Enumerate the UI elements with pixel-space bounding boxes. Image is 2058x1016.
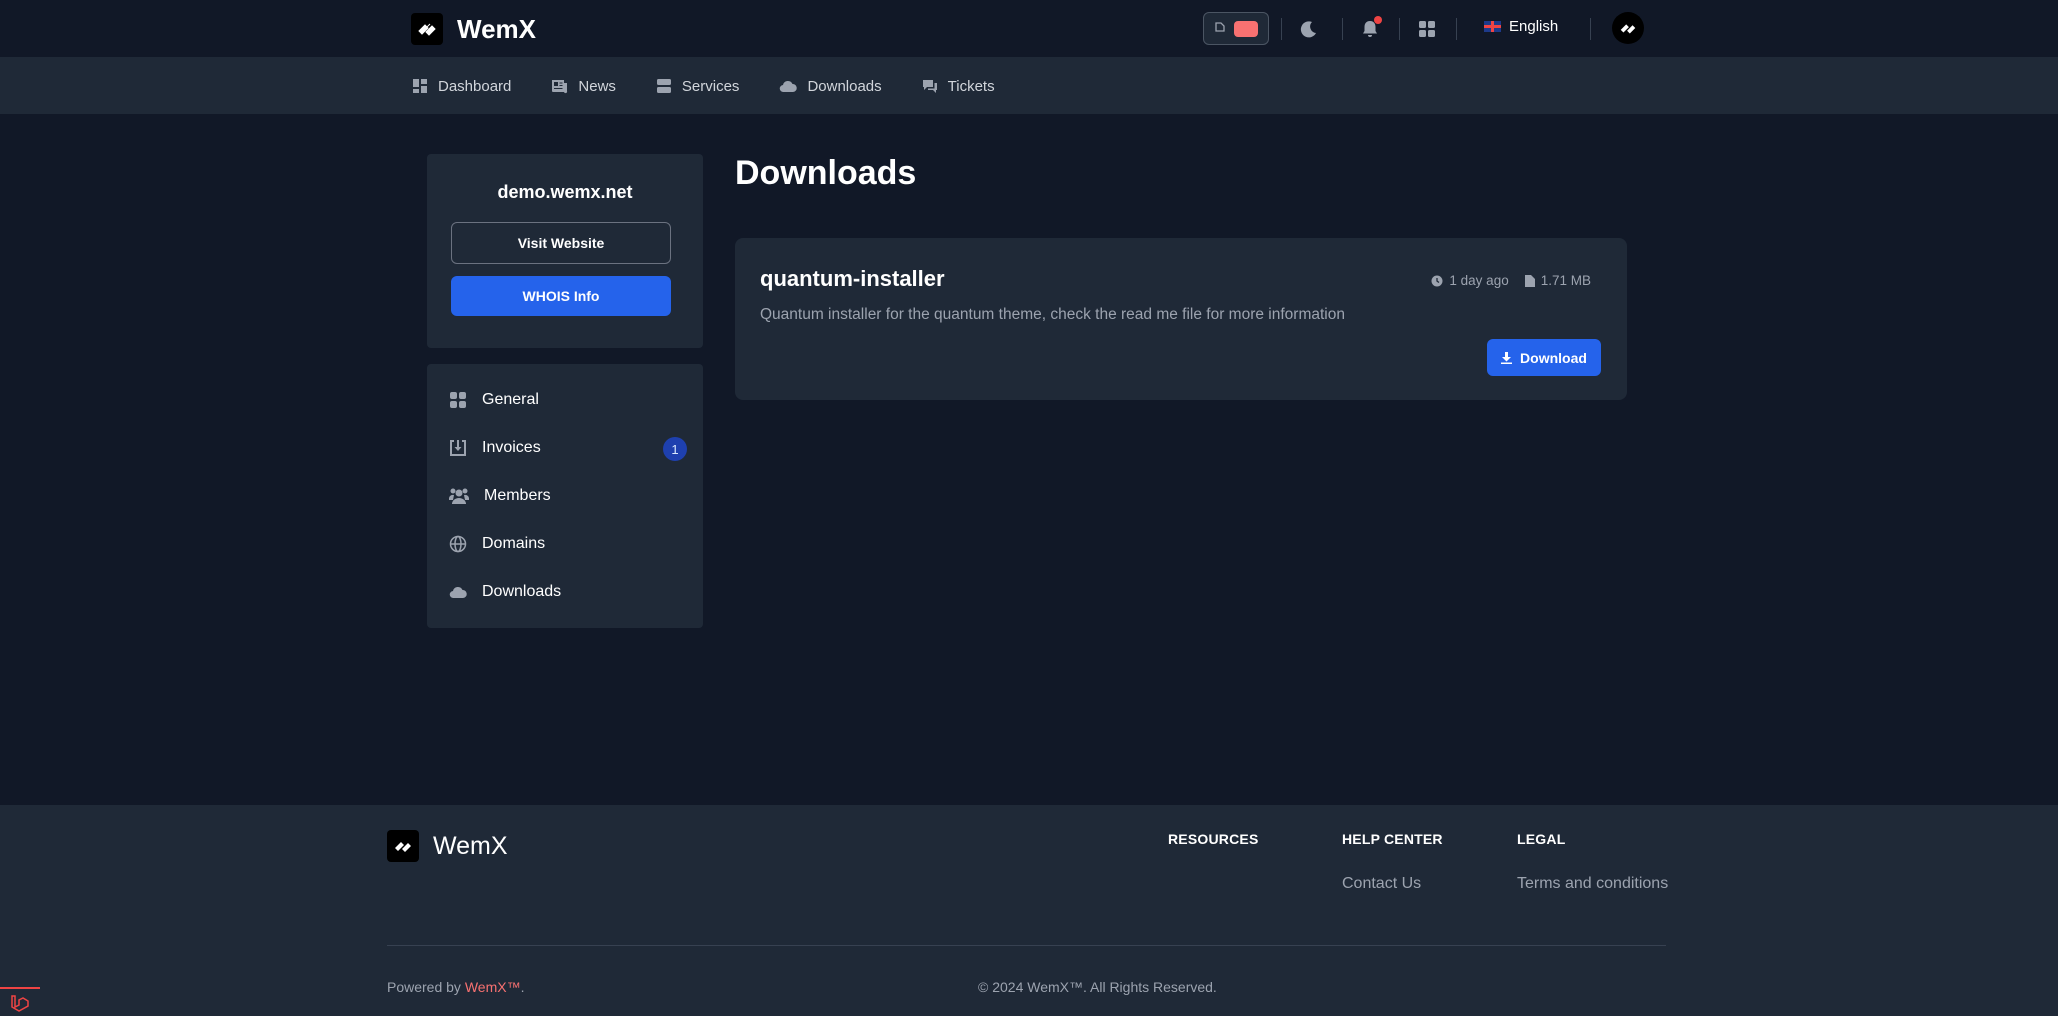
footer-heading: LEGAL: [1517, 831, 1566, 847]
sidebar-item-domains[interactable]: Domains: [449, 524, 687, 564]
divider: [1590, 18, 1591, 40]
main-nav: Dashboard News Services Downloads Ticket…: [0, 58, 2058, 114]
dashboard-icon: [413, 79, 427, 93]
sidebar-item-label: Domains: [482, 535, 546, 552]
wemx-link[interactable]: WemX™: [465, 979, 521, 995]
sidebar-item-general[interactable]: General: [449, 380, 687, 420]
invoice-icon: [450, 440, 466, 456]
footer-heading: RESOURCES: [1168, 831, 1259, 847]
footer: WemX RESOURCES HELP CENTER Contact Us LE…: [0, 805, 2058, 1016]
whois-info-button[interactable]: WHOIS Info: [451, 276, 671, 316]
wemx-logo-icon: [411, 13, 443, 45]
sidebar-item-label: Members: [484, 487, 551, 504]
nav-label: Tickets: [947, 77, 995, 95]
divider: [1399, 18, 1400, 40]
brand[interactable]: WemX: [411, 13, 536, 45]
powered-suffix: .: [520, 979, 525, 995]
nav-dashboard[interactable]: Dashboard: [412, 78, 511, 95]
globe-icon: [449, 535, 467, 553]
news-icon: [552, 79, 568, 93]
sidebar-item-label: Downloads: [482, 583, 562, 600]
notification-dot: [1374, 16, 1382, 24]
cloud-download-icon: [780, 80, 798, 93]
site-card: demo.wemx.net Visit Website WHOIS Info: [427, 154, 703, 348]
file-icon: [1524, 274, 1535, 287]
moon-icon[interactable]: [1296, 16, 1322, 42]
sidebar-item-label: General: [482, 391, 539, 408]
sidebar-item-label: Invoices: [482, 439, 541, 456]
footer-brand-name: WemX: [433, 831, 508, 860]
nav-downloads[interactable]: Downloads: [779, 77, 882, 95]
copyright: © 2024 WemX™. All Rights Reserved.: [978, 979, 1217, 995]
download-card: quantum-installer 1 day ago 1.71 MB Quan…: [735, 238, 1627, 400]
sidebar-item-invoices[interactable]: Invoices 1: [449, 428, 687, 468]
page-title: Downloads: [735, 154, 917, 192]
footer-divider: [387, 945, 1666, 946]
download-size: 1.71 MB: [1524, 273, 1591, 288]
sidebar-item-members[interactable]: Members: [449, 476, 687, 516]
site-domain: demo.wemx.net: [497, 182, 633, 202]
divider: [1342, 18, 1343, 40]
wemx-logo-icon: [387, 830, 419, 862]
footer-heading: HELP CENTER: [1342, 831, 1443, 847]
download-description: Quantum installer for the quantum theme,…: [760, 306, 1345, 323]
apps-grid-icon[interactable]: [1414, 16, 1440, 42]
avatar[interactable]: [1612, 12, 1644, 44]
nav-label: Dashboard: [438, 77, 512, 95]
services-icon: [656, 79, 671, 93]
download-meta: 1 day ago 1.71 MB: [1431, 273, 1591, 288]
nav-label: Services: [681, 77, 740, 95]
contact-us-link[interactable]: Contact Us: [1342, 875, 1443, 893]
footer-col-legal: LEGAL Terms and conditions: [1517, 831, 1668, 893]
download-size-text: 1.71 MB: [1540, 273, 1591, 288]
footer-col-resources: RESOURCES: [1168, 831, 1258, 847]
members-icon: [449, 488, 469, 504]
cloud-download-icon: [449, 586, 467, 599]
laravel-debug-icon[interactable]: [0, 987, 40, 1016]
download-time-text: 1 day ago: [1449, 273, 1509, 288]
account-menu: General Invoices 1 Members Domains Downl…: [427, 364, 703, 628]
download-button[interactable]: Download: [1487, 339, 1601, 376]
nav-label: News: [578, 77, 616, 95]
language-label: English: [1509, 18, 1559, 35]
tickets-icon: [922, 80, 937, 93]
download-time: 1 day ago: [1431, 273, 1509, 288]
invoice-count-badge: 1: [663, 437, 687, 461]
divider: [1456, 18, 1457, 40]
download-icon: [1501, 351, 1513, 364]
brand-name: WemX: [457, 13, 536, 44]
nav-label: Downloads: [807, 77, 882, 95]
download-name: quantum-installer: [760, 266, 945, 291]
top-bar: WemX English: [0, 0, 2058, 58]
nav-services[interactable]: Services: [656, 77, 740, 95]
palette-icon: [1214, 20, 1226, 38]
download-button-label: Download: [1520, 349, 1587, 366]
theme-color-toggle[interactable]: [1203, 12, 1269, 45]
powered-by: Powered by WemX™.: [387, 979, 524, 995]
bell-icon[interactable]: [1357, 16, 1383, 42]
divider: [1281, 18, 1282, 40]
color-swatch: [1234, 20, 1258, 37]
grid-icon: [450, 392, 466, 408]
uk-flag-icon: [1484, 21, 1501, 32]
visit-website-button[interactable]: Visit Website: [451, 222, 671, 264]
footer-col-help-center: HELP CENTER Contact Us: [1342, 831, 1443, 893]
language-selector[interactable]: English: [1484, 18, 1558, 35]
terms-link[interactable]: Terms and conditions: [1517, 875, 1668, 893]
nav-news[interactable]: News: [551, 78, 616, 95]
nav-tickets[interactable]: Tickets: [922, 78, 995, 95]
sidebar-item-downloads[interactable]: Downloads: [449, 572, 687, 612]
powered-prefix: Powered by: [387, 979, 465, 995]
footer-brand[interactable]: WemX: [387, 830, 508, 862]
clock-icon: [1431, 275, 1443, 286]
